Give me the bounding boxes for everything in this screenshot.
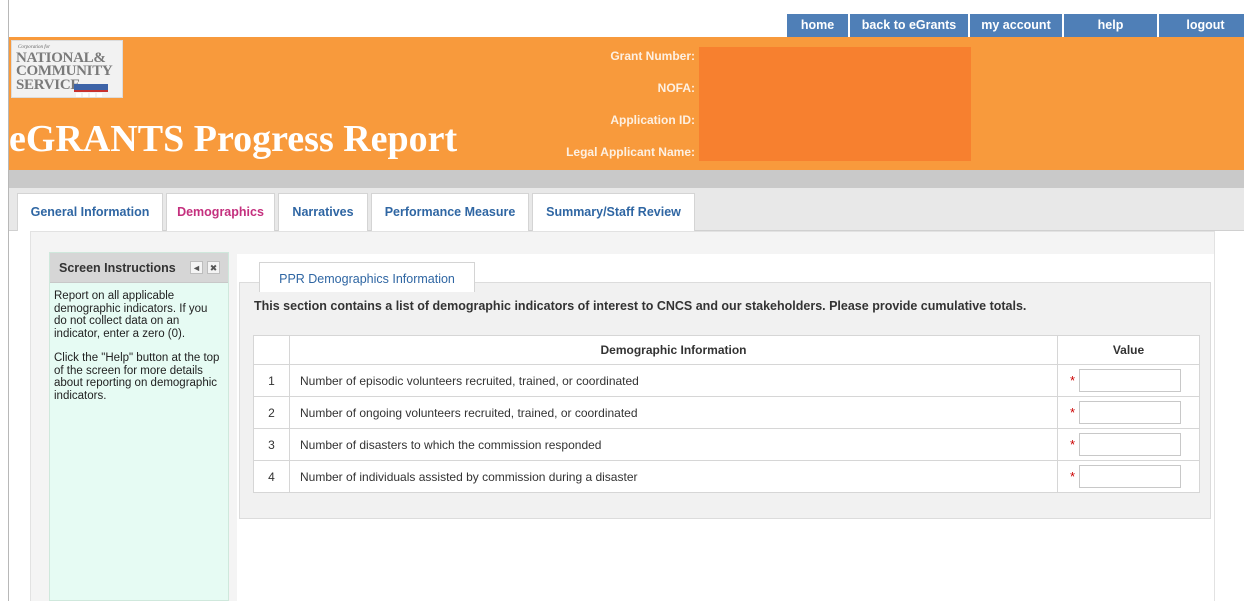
row-value-cell: * <box>1057 460 1200 493</box>
row-label: Number of disasters to which the commiss… <box>289 428 1058 461</box>
table-row: 2 Number of ongoing volunteers recruited… <box>253 396 1200 429</box>
table-row: 4 Number of individuals assisted by comm… <box>253 460 1200 493</box>
instructions-body: Report on all applicable demographic ind… <box>50 283 228 402</box>
cncs-logo: Corporation for NATIONAL& COMMUNITY SERV… <box>11 40 123 98</box>
value-input[interactable] <box>1079 369 1182 392</box>
row-label: Number of ongoing volunteers recruited, … <box>289 396 1058 429</box>
tab-strip: General Information Demographics Narrati… <box>9 188 1244 231</box>
row-number: 1 <box>253 364 290 397</box>
header-number <box>253 335 290 365</box>
nofa-label: NOFA: <box>657 81 695 95</box>
value-input[interactable] <box>1079 401 1182 424</box>
nav-back-to-egrants-link[interactable]: back to eGrants <box>850 14 968 37</box>
nav-help-link[interactable]: help <box>1064 14 1157 37</box>
legal-applicant-name-label: Legal Applicant Name: <box>566 145 695 159</box>
nav-home-link[interactable]: home <box>787 14 848 37</box>
row-label: Number of individuals assisted by commis… <box>289 460 1058 493</box>
demographics-table: Demographic Information Value 1 Number o… <box>253 335 1200 493</box>
nav-logout-link[interactable]: logout <box>1159 14 1244 37</box>
top-navigation: home back to eGrants my account help log… <box>787 14 1244 37</box>
row-value-cell: * <box>1057 428 1200 461</box>
table-header-row: Demographic Information Value <box>253 335 1200 365</box>
required-asterisk: * <box>1070 373 1076 388</box>
page-header: Corporation for NATIONAL& COMMUNITY SERV… <box>9 37 1244 170</box>
row-value-cell: * <box>1057 396 1200 429</box>
row-label: Number of episodic volunteers recruited,… <box>289 364 1058 397</box>
screen-instructions-panel: Screen Instructions ◄ ✖ Report on all ap… <box>49 252 229 601</box>
instructions-paragraph-2: Click the "Help" button at the top of th… <box>54 352 220 402</box>
instructions-title: Screen Instructions <box>59 261 176 275</box>
required-asterisk: * <box>1070 469 1076 484</box>
required-asterisk: * <box>1070 437 1076 452</box>
header-demographic-information: Demographic Information <box>289 335 1058 365</box>
application-id-label: Application ID: <box>610 113 695 127</box>
header-divider-bar <box>9 170 1244 188</box>
row-number: 4 <box>253 460 290 493</box>
tab-performance-measure[interactable]: Performance Measure <box>371 193 529 231</box>
row-number: 2 <box>253 396 290 429</box>
collapse-arrow-icon[interactable]: ◄ <box>190 261 203 274</box>
header-value: Value <box>1057 335 1200 365</box>
close-icon[interactable]: ✖ <box>207 261 220 274</box>
logo-line-service: SERVICE <box>16 77 81 93</box>
value-input[interactable] <box>1079 433 1182 456</box>
logo-flag-icon <box>74 84 108 97</box>
tab-narratives[interactable]: Narratives <box>278 193 368 231</box>
instructions-header: Screen Instructions ◄ ✖ <box>50 253 228 283</box>
required-asterisk: * <box>1070 405 1076 420</box>
row-value-cell: * <box>1057 364 1200 397</box>
redacted-grant-details <box>699 47 971 161</box>
tab-ppr-demographics-information[interactable]: PPR Demographics Information <box>259 262 475 292</box>
tab-general-information[interactable]: General Information <box>17 193 163 231</box>
tab-summary-staff-review[interactable]: Summary/Staff Review <box>532 193 695 231</box>
instructions-paragraph-1: Report on all applicable demographic ind… <box>54 290 208 340</box>
row-number: 3 <box>253 428 290 461</box>
app-title: eGRANTS Progress Report <box>9 118 458 160</box>
tab-demographics[interactable]: Demographics <box>166 193 275 231</box>
grant-number-label: Grant Number: <box>610 49 695 63</box>
value-input[interactable] <box>1079 465 1182 488</box>
nav-my-account-link[interactable]: my account <box>970 14 1062 37</box>
table-row: 3 Number of disasters to which the commi… <box>253 428 1200 461</box>
table-row: 1 Number of episodic volunteers recruite… <box>253 364 1200 397</box>
section-description: This section contains a list of demograp… <box>254 299 1027 313</box>
